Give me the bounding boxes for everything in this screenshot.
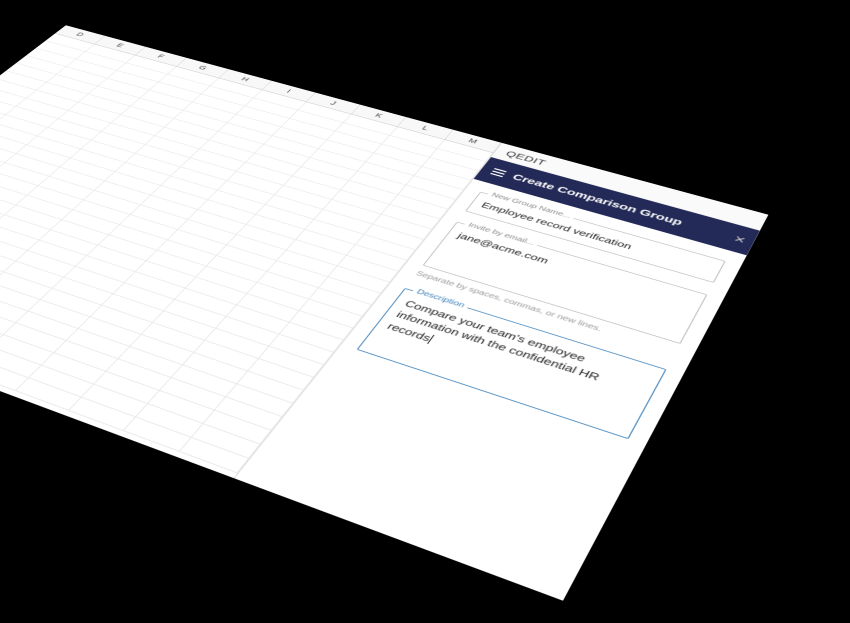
app-window: D E F G H I J K L M QEDIT Create Compari…	[0, 25, 768, 600]
description-label: Description	[411, 287, 470, 310]
description-field[interactable]: Description Compare your team's employee…	[357, 288, 667, 439]
invite-hint: Separate by spaces, commas, or new lines…	[414, 270, 678, 356]
text-cursor-icon	[428, 335, 435, 344]
hamburger-icon[interactable]	[490, 168, 507, 177]
description-input[interactable]: Compare your team's employee information…	[372, 298, 651, 429]
close-icon[interactable]: ✕	[732, 234, 747, 245]
